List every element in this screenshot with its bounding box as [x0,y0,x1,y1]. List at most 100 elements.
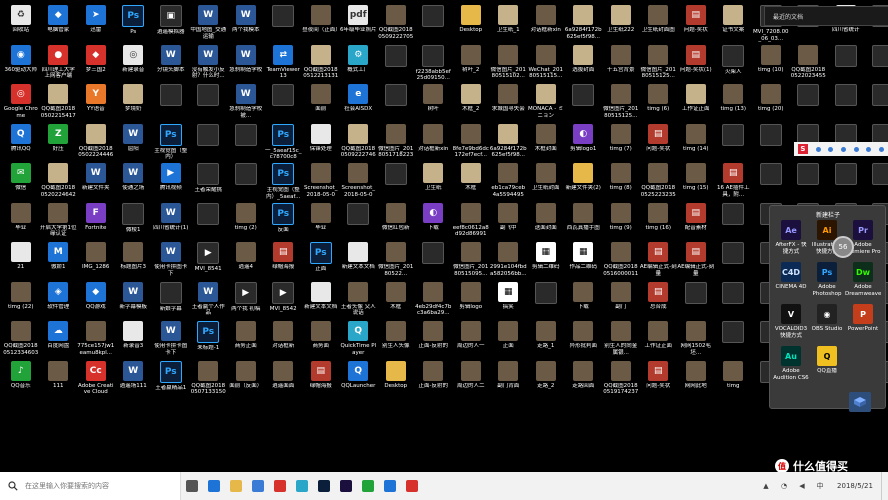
desktop-icon[interactable]: 标题图片3 [115,240,153,280]
desktop-icon[interactable]: 开启大学第1位缘认证 [40,201,78,241]
desktop-icon[interactable]: W 王者赢个人作品 [190,280,228,320]
desktop-icon[interactable]: 逍遥面面 [265,359,303,399]
desktop-icon[interactable]: 别生人头像 [377,319,415,359]
desktop-icon[interactable]: ◎ Google Chrome [2,82,40,122]
desktop-icon[interactable]: 正面 [490,319,528,359]
desktop-icon[interactable]: QQ截图20180512334603 [2,319,40,359]
desktop-icon[interactable]: W 分镜头脚本 [152,43,190,83]
desktop-icon[interactable]: QQ截图20180519174237 [602,359,640,399]
taskbar-app-premiere[interactable] [335,472,357,500]
desktop-icon[interactable]: W 屈阳 [115,122,153,162]
desktop-icon[interactable]: 6a9284f172b625ef5f98... [565,3,603,43]
desktop-icon[interactable] [715,122,753,162]
desktop-icon[interactable] [865,82,888,122]
desktop-icon[interactable]: 王者荣耀挑 [190,161,228,201]
desktop-icon[interactable]: timg (15) [677,161,715,201]
desktop-icon[interactable]: F Fortnite [77,201,115,241]
desktop-icon[interactable] [565,82,603,122]
desktop-icon[interactable]: 副飞中 [490,201,528,241]
desktop-icon[interactable]: ▶ MVI_8542 [265,280,303,320]
desktop-icon[interactable]: 对话框新xin [527,3,565,43]
desktop-icon[interactable] [227,122,265,162]
desktop-icon[interactable]: 微棱1 [115,201,153,241]
desktop-icon[interactable]: M 傲娇1 [40,240,78,280]
desktop-icon[interactable]: f2238abb5ef25d09150... [415,43,453,83]
launcher-app[interactable]: C4D CINEMA 4D [773,262,809,304]
desktop-icon[interactable]: 西瓦真播手图 [565,201,603,241]
desktop-icon[interactable]: ▤ AE编辑正式-刻量 [677,240,715,280]
ime-keyboard-icon[interactable] [853,146,859,152]
ime-toolbar[interactable]: S [794,142,888,156]
desktop-icon[interactable]: timg (8) [602,161,640,201]
desktop-icon[interactable]: 走路回面 [565,359,603,399]
desktop-icon[interactable]: W 急刹制造学校被... [227,82,265,122]
taskbar-app-task-view[interactable] [181,472,203,500]
desktop-icon[interactable]: 新建文件夹(2) [565,161,603,201]
desktop-icon[interactable]: 8fe7e9bd6dc172ef7ecf... [452,122,490,162]
desktop-icon[interactable]: ▤ 问题-奖状(1) [677,43,715,83]
desktop-icon[interactable]: ⇄ TeamViewer 13 [265,43,303,83]
desktop-icon[interactable] [265,82,303,122]
desktop-icon[interactable]: Ps 一_5aeaf15c_c78700c8 [265,122,303,162]
desktop-icon[interactable]: timg (14) [677,122,715,162]
desktop-icon[interactable] [415,240,453,280]
desktop-icon[interactable]: 卫生纸封面图 [640,3,678,43]
desktop-icon[interactable]: 对话框新xin [415,122,453,162]
desktop-icon[interactable]: 微信图片_20180522... [377,240,415,280]
launcher-app[interactable]: Dw Adobe Dreamweaver CS... [845,262,881,304]
desktop-icon[interactable] [827,43,865,83]
desktop-icon[interactable]: QQ截图20180509222705 [377,3,415,43]
desktop-icon[interactable]: 4eb29df4c7bc3a6ba29... [415,280,453,320]
desktop-icon[interactable]: 正面-反射的 [415,359,453,399]
desktop-icon[interactable]: ▶ 腾讯视频 [152,161,190,201]
desktop-icon[interactable]: ◉ 360驱动大师 [2,43,40,83]
desktop-icon[interactable]: timg (20) [752,82,790,122]
desktop-icon[interactable] [715,201,753,241]
tray-arrow-icon[interactable]: ▲ [760,480,772,492]
launcher-app[interactable]: Ps Adobe Photoshop CS6... [809,262,845,304]
desktop-icon[interactable]: ▣ 逍遥模拟器 [152,3,190,43]
desktop-icon[interactable]: timg (10) [752,43,790,83]
desktop-icon[interactable]: W 使通之场 [115,161,153,201]
desktop-icon[interactable]: 树叶 [415,82,453,122]
launcher-app[interactable]: ◉ OBS Studio [809,304,845,346]
desktop-icon[interactable] [415,3,453,43]
show-desktop-button[interactable] [881,472,888,500]
desktop-icon[interactable]: 逍遥4 [227,240,265,280]
launcher-app[interactable]: Au Adobe Audition CS6 -... [773,346,809,388]
desktop-icon[interactable] [265,3,303,43]
desktop-icon[interactable]: 选拔封面 [565,43,603,83]
desktop-icon[interactable]: W 没有触发小反射？什么时... [190,43,228,83]
desktop-icon[interactable] [377,161,415,201]
taskbar-app-wechat[interactable] [357,472,379,500]
desktop-icon[interactable]: QQ截图20180509222746 [340,122,378,162]
desktop-icon[interactable]: W 新建文件夹 [77,161,115,201]
desktop-icon[interactable]: 微信图片_20180515102... [490,43,528,83]
desktop-icon[interactable]: 卫生纸222 [602,3,640,43]
ime-indicator-icon[interactable]: 中 [814,480,826,492]
desktop-icon[interactable]: QQ截图20180507133150 [190,359,228,399]
search-input[interactable] [23,481,177,491]
desktop-icon[interactable]: 树叶_2 [452,43,490,83]
desktop-icon[interactable]: timg (9) [602,201,640,241]
desktop-icon[interactable]: e 社会AISDX [340,82,378,122]
desktop-icon[interactable]: 新娘字幕 [152,280,190,320]
desktop-icon[interactable] [190,82,228,122]
ime-skin-icon[interactable] [866,146,872,152]
desktop-icon[interactable] [715,240,753,280]
desktop-icon[interactable]: 王者头像 父人说话 [340,280,378,320]
taskbar-app-qq-browser[interactable] [291,472,313,500]
desktop-icon[interactable]: W 四川省统计(1) [152,201,190,241]
launcher-collapse-button[interactable] [849,392,871,412]
desktop-icon[interactable]: 十五宫背景 [602,43,640,83]
desktop-icon[interactable]: ☁ 百度网盘 [40,319,78,359]
desktop-icon[interactable]: 别生人的向金属银... [602,319,640,359]
taskbar-app-store[interactable] [247,472,269,500]
desktop-icon[interactable]: 卫生纸 [415,161,453,201]
desktop-icon[interactable]: timg (7) [602,122,640,162]
desktop-icon[interactable]: eef8c0612a8d92d869914... [452,201,490,241]
desktop-icon[interactable]: 微信图片_20180515125... [640,43,678,83]
desktop-icon[interactable]: 木框_2 [452,82,490,122]
desktop-icon[interactable]: Ps 反面 [265,201,303,241]
desktop-icon[interactable]: ♻ 回收站 [2,3,40,43]
